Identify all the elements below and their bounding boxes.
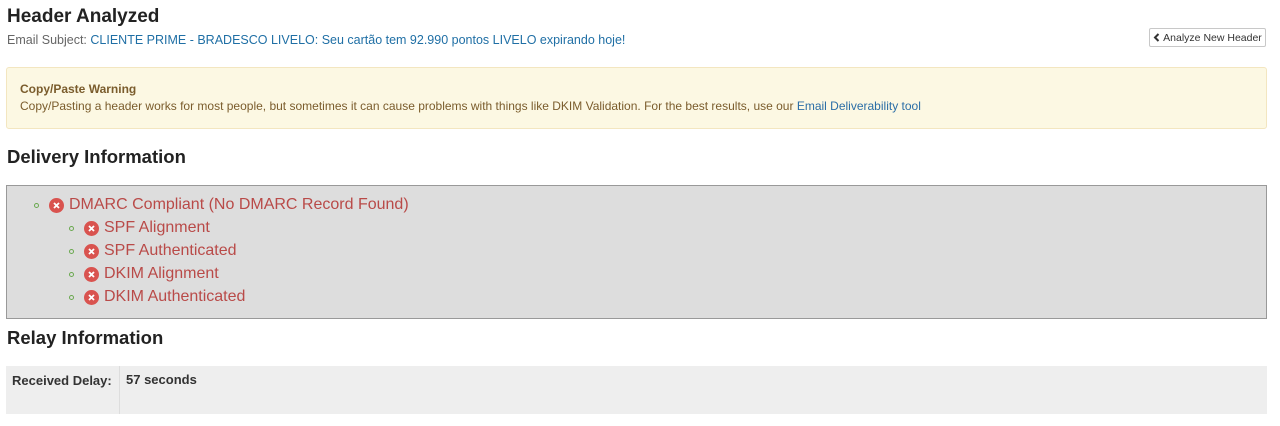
warning-message: Copy/Pasting a header works for most peo… <box>20 99 794 113</box>
chevron-left-icon <box>1153 32 1160 44</box>
copy-paste-warning: Copy/Paste Warning Copy/Pasting a header… <box>6 67 1267 129</box>
delivery-check-dkim-alignment: DKIM Alignment <box>69 263 219 285</box>
x-circle-icon <box>84 243 99 259</box>
delivery-check-label: SPF Authenticated <box>104 242 237 259</box>
delivery-check-label: DKIM Authenticated <box>104 288 246 305</box>
email-subject: Email Subject: CLIENTE PRIME - BRADESCO … <box>7 33 625 47</box>
received-delay-label: Received Delay: <box>6 366 120 414</box>
list-bullet <box>69 271 74 277</box>
email-subject-value: CLIENTE PRIME - BRADESCO LIVELO: Seu car… <box>90 33 626 47</box>
delivery-check-label: SPF Alignment <box>104 219 210 236</box>
relay-information-heading: Relay Information <box>7 327 164 348</box>
list-bullet <box>69 225 74 231</box>
list-bullet <box>34 202 39 208</box>
received-delay-value: 57 seconds <box>126 372 197 387</box>
delivery-information-heading: Delivery Information <box>7 146 186 167</box>
x-circle-icon <box>84 289 99 305</box>
delivery-check-label: DKIM Alignment <box>104 265 219 282</box>
relay-information-table: Received Delay: 57 seconds <box>6 366 1267 414</box>
warning-title: Copy/Paste Warning <box>20 82 137 96</box>
delivery-information-panel: DMARC Compliant (No DMARC Record Found) … <box>6 185 1267 319</box>
email-deliverability-tool-link[interactable]: Email Deliverability tool <box>797 99 921 113</box>
list-bullet <box>69 248 74 254</box>
x-circle-icon <box>49 197 64 213</box>
table-row: Received Delay: 57 seconds <box>6 366 1267 414</box>
analyze-new-header-label: Analyze New Header <box>1163 31 1262 44</box>
delivery-check-dmarc-compliant: DMARC Compliant (No DMARC Record Found) <box>34 194 409 216</box>
delivery-check-label: DMARC Compliant (No DMARC Record Found) <box>69 196 409 213</box>
analyze-new-header-button[interactable]: Analyze New Header <box>1149 28 1266 47</box>
delivery-check-spf-alignment: SPF Alignment <box>69 217 210 239</box>
x-circle-icon <box>84 220 99 236</box>
list-bullet <box>69 294 74 300</box>
email-subject-label: Email Subject: <box>7 33 87 47</box>
page-title: Header Analyzed <box>7 6 160 27</box>
delivery-check-spf-authenticated: SPF Authenticated <box>69 240 237 262</box>
x-circle-icon <box>84 266 99 282</box>
delivery-check-dkim-authenticated: DKIM Authenticated <box>69 286 245 308</box>
warning-text: Copy/Pasting a header works for most peo… <box>20 99 1253 113</box>
